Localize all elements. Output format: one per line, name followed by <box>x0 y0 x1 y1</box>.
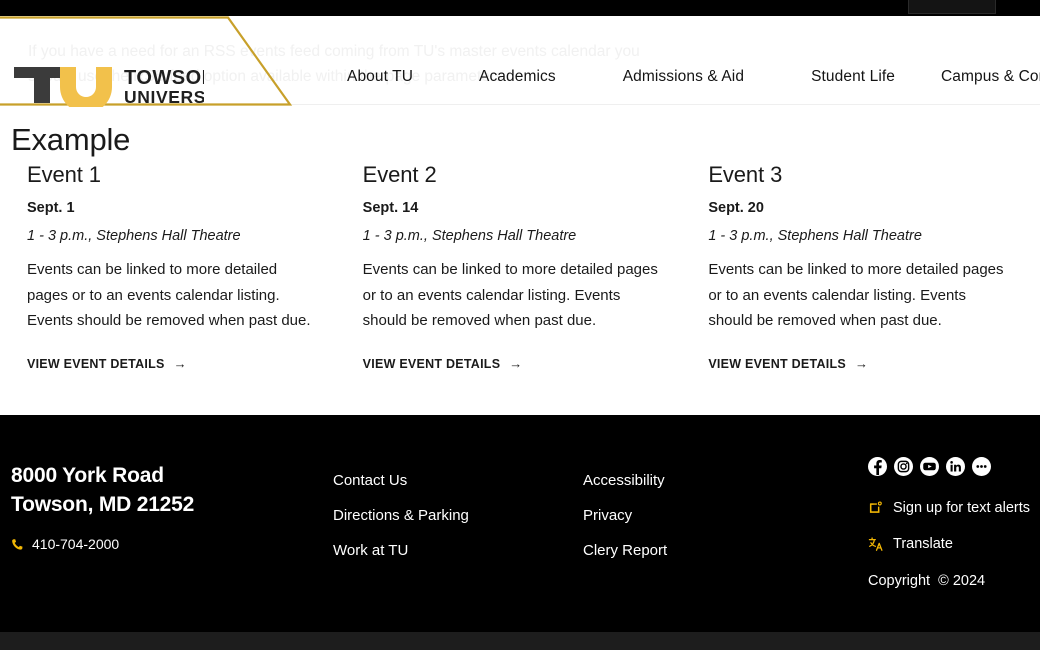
event-description: Events can be linked to more detailed pa… <box>708 261 1004 329</box>
event-date: Sept. 1 <box>27 200 75 216</box>
footer-link-column-1: Contact Us Directions & Parking Work at … <box>333 473 583 559</box>
footer-link-contact-us[interactable]: Contact Us <box>333 473 583 489</box>
footer-link-clery-report[interactable]: Clery Report <box>583 543 833 559</box>
bottom-bar <box>0 632 1040 650</box>
tu-logo[interactable]: TOWSON UNIVERSITY <box>8 62 208 108</box>
event-title: Event 1 <box>27 162 101 187</box>
footer-link-work-at-tu[interactable]: Work at TU <box>333 543 583 559</box>
view-event-details-link[interactable]: VIEW EVENT DETAILS → <box>363 357 523 371</box>
view-event-details-link[interactable]: VIEW EVENT DETAILS → <box>27 357 187 371</box>
footer-phone-link[interactable]: 410-704-2000 <box>11 536 119 552</box>
address-line-1: 8000 York Road <box>11 464 164 487</box>
events-grid: Event 1 Sept. 1 1 - 3 p.m., Stephens Hal… <box>0 162 1040 373</box>
arrow-right-icon: → <box>854 356 869 371</box>
external-link-icon <box>869 501 882 513</box>
facebook-icon[interactable] <box>868 457 887 476</box>
page-title: Example <box>11 122 131 157</box>
nav-item-about-tu[interactable]: About TU <box>347 62 413 92</box>
event-time-location: 1 - 3 p.m., Stephens Hall Theatre <box>362 228 577 244</box>
footer-link-column-2: Accessibility Privacy Clery Report <box>583 473 833 559</box>
logo-wordmark-towson: TOWSON <box>124 67 204 89</box>
nav-item-admissions-aid[interactable]: Admissions & Aid <box>623 62 744 92</box>
event-title: Event 3 <box>708 162 783 187</box>
event-card: Event 1 Sept. 1 1 - 3 p.m., Stephens Hal… <box>0 162 347 373</box>
event-date: Sept. 20 <box>708 200 764 216</box>
footer-link-accessibility[interactable]: Accessibility <box>583 473 833 489</box>
event-description: Events can be linked to more detailed pa… <box>362 261 658 329</box>
top-utility-bar <box>0 0 1040 16</box>
view-event-details-label: VIEW EVENT DETAILS <box>27 356 165 371</box>
nav-item-academics[interactable]: Academics <box>479 62 556 92</box>
primary-navigation: About TU Academics Admissions & Aid Stud… <box>330 32 1040 122</box>
arrow-right-icon: → <box>173 356 187 371</box>
event-description: Events can be linked to more detailed pa… <box>27 261 311 329</box>
site-footer: 8000 York Road Towson, MD 21252 410-704-… <box>0 415 1040 632</box>
event-time-location: 1 - 3 p.m., Stephens Hall Theatre <box>708 228 922 244</box>
utility-search-box[interactable] <box>908 0 996 14</box>
footer-link-directions-parking[interactable]: Directions & Parking <box>333 508 583 524</box>
more-social-icon[interactable] <box>972 457 991 476</box>
site-header: If you have a need for an RSS events fee… <box>0 16 1040 108</box>
footer-copyright: Copyright © 2024 <box>868 573 986 589</box>
phone-icon <box>12 538 23 550</box>
footer-phone-number: 410-704-2000 <box>32 536 120 552</box>
event-title: Event 2 <box>362 162 437 187</box>
nav-item-student-life[interactable]: Student Life <box>811 62 895 92</box>
footer-address: 8000 York Road Towson, MD 21252 <box>11 461 311 519</box>
translate-label: Translate <box>893 536 953 552</box>
main-content: Example Event 1 Sept. 1 1 - 3 p.m., Step… <box>0 106 1040 415</box>
view-event-details-label: VIEW EVENT DETAILS <box>708 356 846 371</box>
address-line-2: Towson, MD 21252 <box>11 493 195 516</box>
footer-link-privacy[interactable]: Privacy <box>583 508 833 524</box>
translate-icon <box>868 537 883 551</box>
nav-item-campus-community[interactable]: Campus & Community <box>941 62 1040 92</box>
view-event-details-link[interactable]: VIEW EVENT DETAILS → <box>708 357 868 371</box>
social-links <box>868 457 991 476</box>
translate-link[interactable]: Translate <box>868 536 953 552</box>
youtube-icon[interactable] <box>920 457 939 476</box>
view-event-details-label: VIEW EVENT DETAILS <box>362 356 501 371</box>
event-date: Sept. 14 <box>362 200 419 216</box>
arrow-right-icon: → <box>509 356 523 371</box>
text-alerts-link[interactable]: Sign up for text alerts <box>868 500 1030 516</box>
linkedin-icon[interactable] <box>946 457 965 476</box>
logo-wordmark-university: UNIVERSITY <box>124 87 204 107</box>
text-alerts-label: Sign up for text alerts <box>893 500 1031 516</box>
event-time-location: 1 - 3 p.m., Stephens Hall Theatre <box>27 228 241 244</box>
event-card: Event 3 Sept. 20 1 - 3 p.m., Stephens Ha… <box>693 162 1040 373</box>
footer-link-columns: Contact Us Directions & Parking Work at … <box>333 473 833 559</box>
event-card: Event 2 Sept. 14 1 - 3 p.m., Stephens Ha… <box>347 162 694 373</box>
instagram-icon[interactable] <box>894 457 913 476</box>
